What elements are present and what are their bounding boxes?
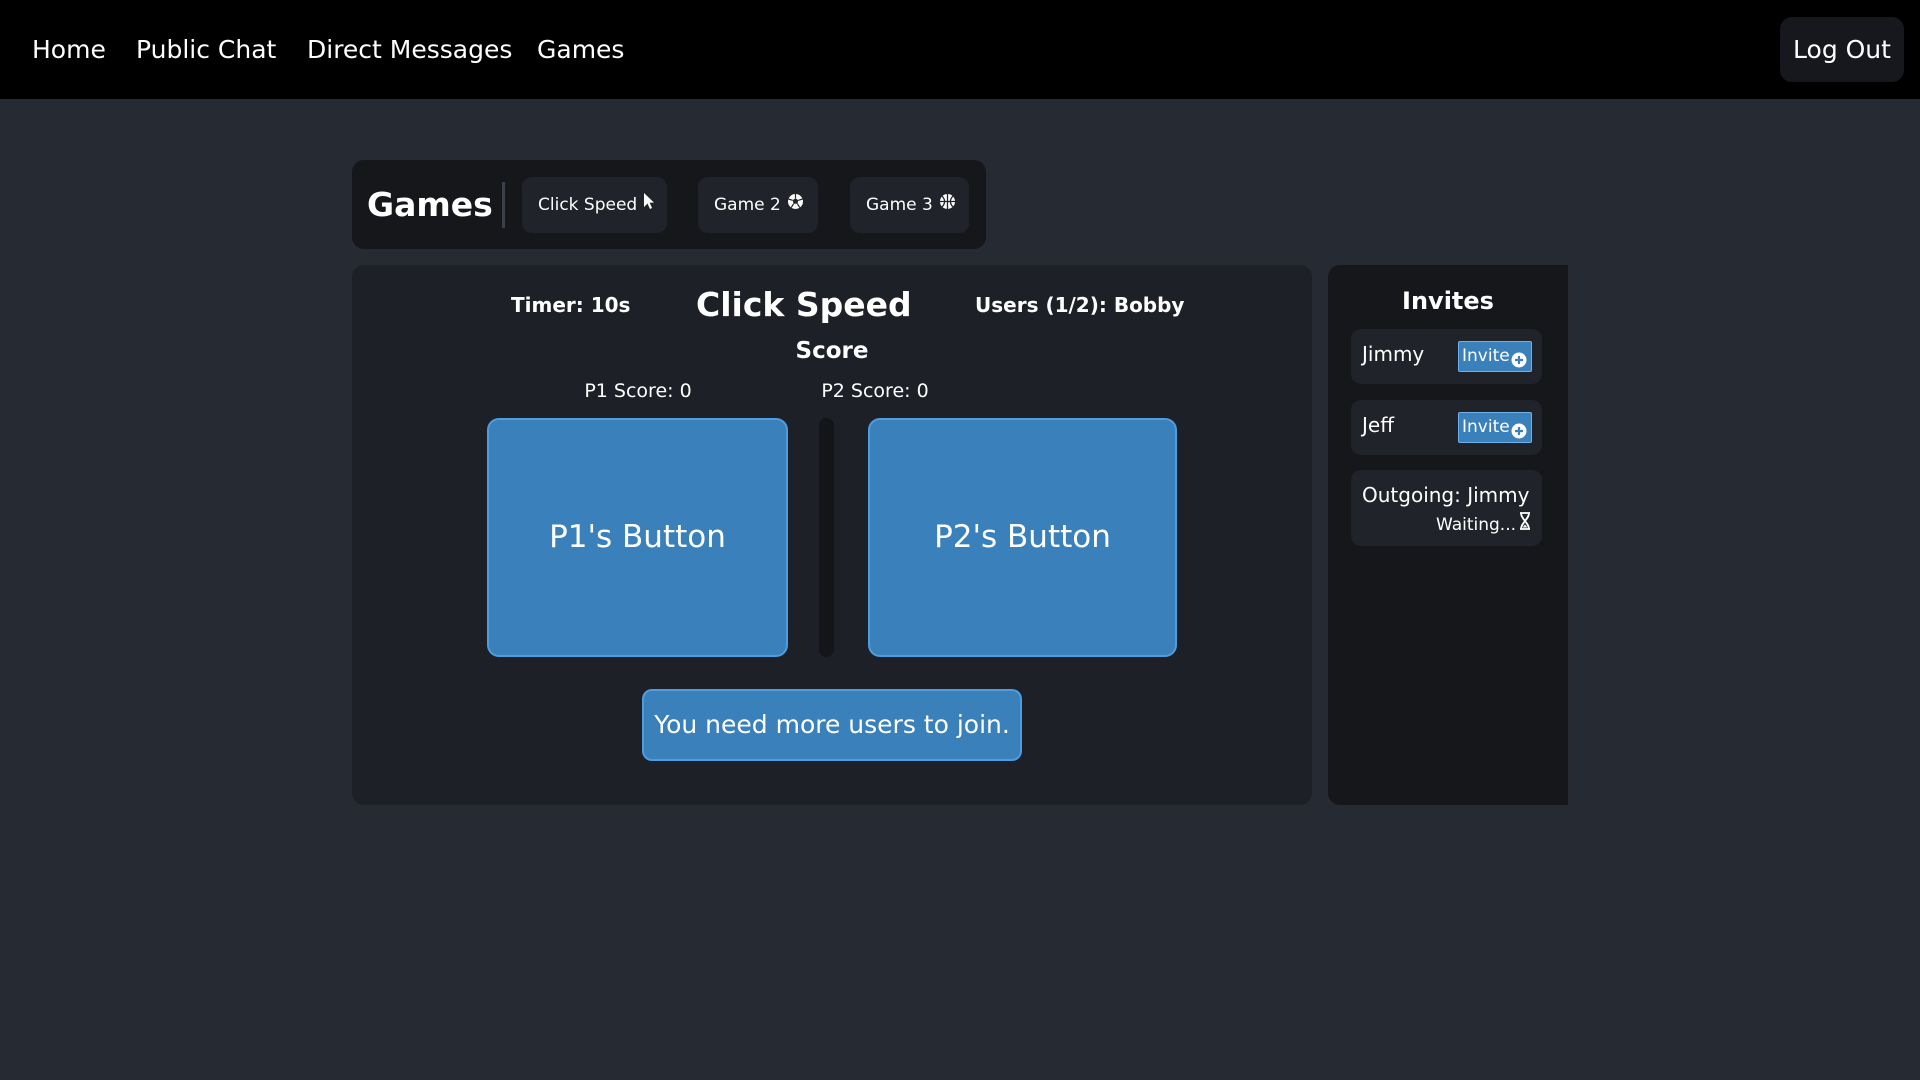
invite-user-name: Jeff (1362, 413, 1394, 437)
nav-direct-messages-link[interactable]: Direct Messages (307, 0, 512, 99)
outgoing-invite-label: Outgoing: Jimmy (1362, 483, 1530, 507)
game-panel: Timer: 10s Click Speed Users (1/2): Bobb… (352, 265, 1312, 805)
waiting-label: Waiting... (1435, 515, 1516, 535)
status-message: You need more users to join. (642, 689, 1022, 761)
hourglass-icon (1519, 512, 1531, 538)
p2-score: P2 Score: 0 (821, 380, 929, 402)
games-bar: Games Click Speed Game 2 Game 3 (352, 160, 986, 249)
nav-games-link[interactable]: Games (537, 0, 624, 99)
invite-card: Jeff Invite (1351, 400, 1542, 455)
games-title: Games (367, 185, 493, 224)
waiting-status: Waiting... (1436, 512, 1531, 538)
tab-label: Game 3 (866, 195, 933, 215)
tab-game-2[interactable]: Game 2 (698, 177, 818, 233)
timer-label: Timer: 10s (511, 293, 631, 317)
tab-label: Game 2 (714, 195, 781, 215)
p1-button[interactable]: P1's Button (487, 418, 788, 657)
top-nav: Home Public Chat Direct Messages Games L… (0, 0, 1920, 99)
games-divider (502, 182, 505, 228)
outgoing-invite-card: Outgoing: Jimmy Waiting... (1351, 470, 1542, 546)
tab-label: Click Speed (538, 195, 638, 215)
logout-button[interactable]: Log Out (1780, 17, 1904, 82)
invite-button-label: Invite (1462, 417, 1510, 437)
soccer-ball-icon (787, 177, 804, 233)
plus-circle-icon (1511, 420, 1527, 449)
invite-card: Jimmy Invite (1351, 329, 1542, 384)
invites-title: Invites (1402, 287, 1494, 315)
users-count: Users (1/2): Bobby (975, 293, 1185, 317)
invite-jeff-button[interactable]: Invite (1458, 412, 1532, 443)
tab-click-speed[interactable]: Click Speed (522, 177, 667, 233)
invite-jimmy-button[interactable]: Invite (1458, 341, 1532, 372)
p2-button[interactable]: P2's Button (868, 418, 1177, 657)
game-title: Click Speed (696, 285, 912, 324)
basketball-icon (939, 177, 956, 233)
score-heading: Score (795, 338, 869, 364)
invite-button-label: Invite (1462, 346, 1510, 366)
tab-game-3[interactable]: Game 3 (850, 177, 969, 233)
nav-home-link[interactable]: Home (32, 0, 106, 99)
cursor-icon (643, 177, 655, 233)
invites-panel: Invites Jimmy Invite Jeff Invite Outgoin… (1328, 265, 1568, 805)
plus-circle-icon (1511, 349, 1527, 378)
center-divider (819, 418, 834, 657)
invite-user-name: Jimmy (1362, 342, 1425, 366)
nav-public-chat-link[interactable]: Public Chat (136, 0, 276, 99)
